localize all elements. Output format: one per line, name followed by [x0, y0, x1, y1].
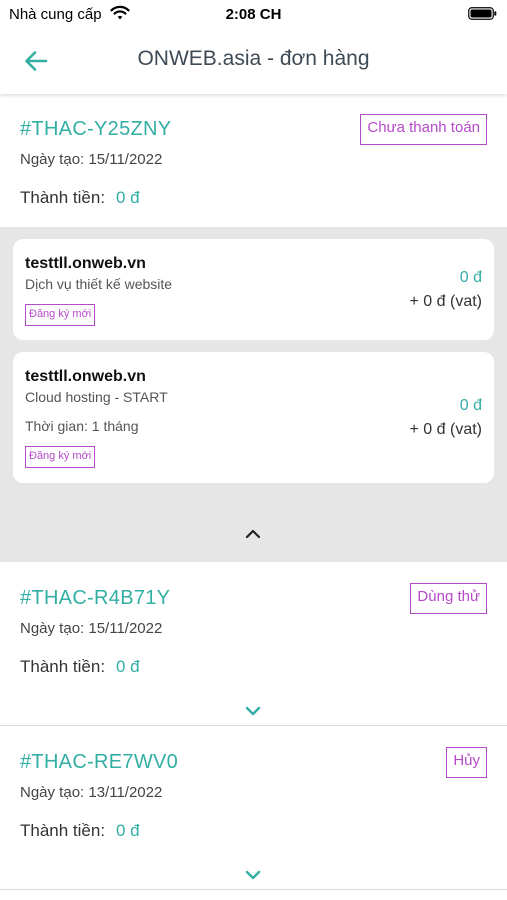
item-domain: testtll.onweb.vn — [25, 255, 146, 272]
item-domain: testtll.onweb.vn — [25, 368, 146, 385]
status-badge: Dùng thử — [410, 583, 487, 614]
status-badge: Chưa thanh toán — [360, 114, 487, 145]
status-bar: Nhà cung cấp 2:08 CH — [0, 0, 507, 28]
page-title: ONWEB.asia - đơn hàng — [137, 47, 370, 70]
order-total-label: Thành tiền: — [20, 821, 106, 840]
item-price: 0 đ — [459, 269, 482, 286]
item-price: 0 đ — [459, 397, 482, 414]
order-item-card: testtll.onweb.vn Dịch vụ thiết kế websit… — [13, 239, 494, 340]
order-id: #THAC-RE7WV0 — [20, 751, 179, 773]
item-vat: + 0 đ (vat) — [409, 293, 482, 310]
item-service: Dịch vụ thiết kế website — [25, 276, 173, 292]
order-id: #THAC-R4B71Y — [20, 587, 171, 609]
item-tag: Đăng ký mới — [25, 446, 96, 468]
order-total-label: Thành tiền: — [20, 657, 106, 676]
order-card[interactable]: #THAC-R4B71Y Dùng thử Ngày tạo: 15/11/20… — [0, 562, 507, 725]
order-total-value: 0 đ — [116, 188, 140, 207]
order-date: Ngày tạo: 13/11/2022 — [20, 784, 163, 801]
chevron-down-icon[interactable] — [243, 868, 263, 882]
order-details-panel: testtll.onweb.vn Dịch vụ thiết kế websit… — [0, 227, 507, 562]
order-item-card: testtll.onweb.vn Cloud hosting - START T… — [13, 352, 494, 483]
order-id: #THAC-Y25ZNY — [20, 118, 172, 140]
clock-label: 2:08 CH — [225, 6, 282, 23]
battery-icon — [468, 7, 497, 20]
order-total-label: Thành tiền: — [20, 188, 106, 207]
order-card[interactable]: #THAC-Y25ZNY Chưa thanh toán Ngày tạo: 1… — [0, 94, 507, 227]
item-service: Cloud hosting - START — [25, 389, 168, 405]
item-duration: Thời gian: 1 tháng — [25, 418, 139, 434]
divider — [0, 889, 507, 890]
item-tag: Đăng ký mới — [25, 304, 96, 326]
order-card[interactable]: #THAC-RE7WV0 Hủy Ngày tạo: 13/11/2022 Th… — [0, 726, 507, 889]
chevron-down-icon[interactable] — [243, 704, 263, 718]
order-date: Ngày tạo: 15/11/2022 — [20, 151, 163, 168]
chevron-up-icon[interactable] — [243, 527, 263, 541]
order-date: Ngày tạo: 15/11/2022 — [20, 620, 163, 637]
order-total-value: 0 đ — [116, 821, 140, 840]
nav-bar: ONWEB.asia - đơn hàng — [0, 28, 507, 94]
status-badge: Hủy — [446, 747, 487, 778]
order-total-value: 0 đ — [116, 657, 140, 676]
item-vat: + 0 đ (vat) — [409, 421, 482, 438]
